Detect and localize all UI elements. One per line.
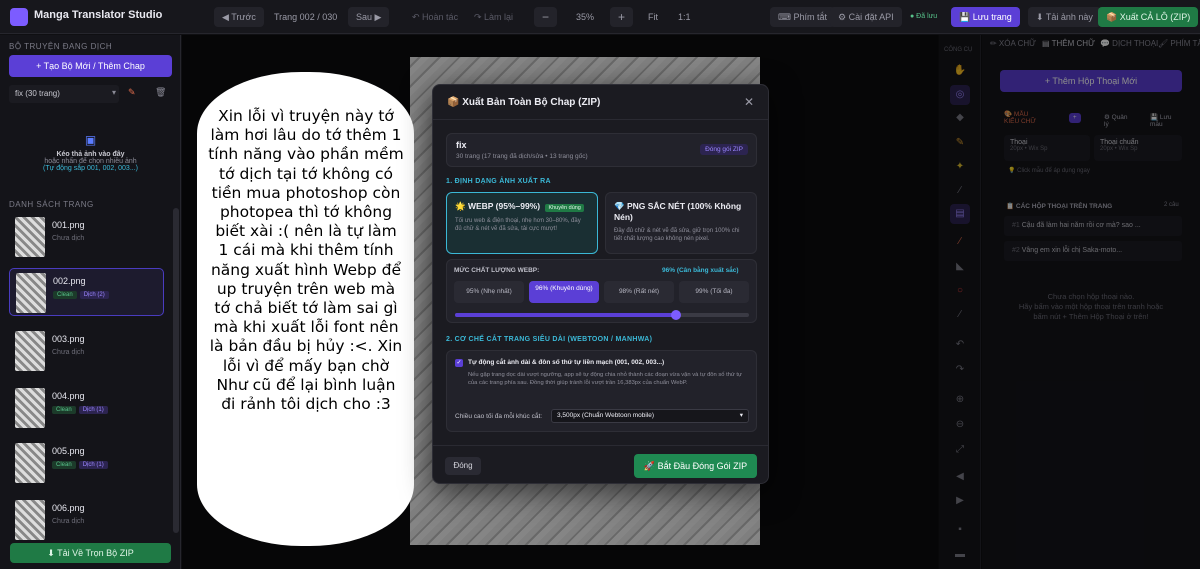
export-zip-button[interactable]: 📦 Xuất CẢ LÔ (ZIP): [1098, 7, 1199, 27]
quality-option[interactable]: 95% (Nhẹ nhất): [454, 281, 524, 303]
upload-icon: ▣: [84, 133, 97, 147]
format-section-label: 1. ĐỊNH DẠNG ẢNH XUẤT RA: [446, 178, 551, 185]
quality-label: MỨC CHẤT LƯỢNG WEBP:: [454, 267, 540, 274]
export-zip-dialog: 📦 Xuất Bản Toàn Bộ Chap (ZIP) ✕ fix 30 t…: [432, 84, 769, 484]
pack-zip-badge: Đóng gói ZIP: [700, 144, 748, 155]
next-page-button[interactable]: Sau ▶: [348, 7, 390, 27]
save-page-button[interactable]: 💾 Lưu trang: [951, 7, 1020, 27]
page-thumbnail: [15, 217, 45, 257]
download-all-zip-button[interactable]: ⬇ Tải Về Trọn Bộ ZIP: [10, 543, 171, 563]
close-icon[interactable]: ✕: [744, 95, 754, 109]
recommended-badge: Khuyên dùng: [545, 204, 584, 212]
split-card: ✓ Tự động cắt ảnh dài & đôn số thứ tự li…: [446, 350, 757, 432]
edit-icon[interactable]: ✎: [128, 87, 136, 98]
page-status: Chưa dịch: [52, 518, 85, 525]
page-item[interactable]: 001.png Chưa dịch: [9, 213, 164, 261]
pages-section-title: DANH SÁCH TRANG: [9, 200, 94, 209]
page-indicator: Trang 002 / 030: [274, 12, 338, 22]
create-series-button[interactable]: + Tạo Bộ Mới / Thêm Chap: [9, 55, 172, 77]
webp-title: 🌟 WEBP (95%–99%): [455, 201, 541, 211]
png-description: Đầy đủ chữ & nét vẽ đã sửa, giữ trọn 100…: [614, 228, 740, 242]
auto-split-title: Tự động cắt ảnh dài & đôn số thứ tự liền…: [468, 359, 665, 366]
quality-option[interactable]: 99% (Tối đa): [679, 281, 749, 303]
app-title: Manga Translator Studio: [34, 9, 163, 21]
page-item[interactable]: 003.png Chưa dịch: [9, 327, 164, 375]
series-section-title: BỘ TRUYỆN ĐANG DỊCH: [9, 42, 113, 51]
dialog-title: 📦 Xuất Bản Toàn Bộ Chap (ZIP): [447, 97, 601, 108]
page-name: 005.png: [52, 446, 85, 456]
api-settings-button[interactable]: ⚙ Cài đặt API: [830, 7, 902, 27]
prev-page-button[interactable]: ◀ Trước: [214, 7, 264, 27]
split-section-label: 2. CƠ CHẾ CẮT TRANG SIÊU DÀI (WEBTOON / …: [446, 336, 653, 343]
page-thumbnail: [15, 331, 45, 371]
page-name: 003.png: [52, 334, 85, 344]
quality-value: 96% (Cân bằng xuất sắc): [662, 267, 739, 274]
drop-title: Kéo thả ảnh vào đây: [56, 151, 125, 158]
page-thumbnail: [15, 388, 45, 428]
height-label: Chiều cao tối đa mỗi khúc cắt:: [455, 413, 543, 420]
png-option-card[interactable]: 💎 PNG SẮC NÉT (100% Không Nén) Đầy đủ ch…: [605, 192, 757, 254]
top-toolbar: Manga Translator Studio ◀ Trước Trang 00…: [0, 0, 1200, 34]
quality-slider[interactable]: [455, 310, 749, 320]
page-name: 001.png: [52, 220, 85, 230]
webp-option-card[interactable]: 🌟 WEBP (95%–99%) Khuyên dùng Tối ưu web …: [446, 192, 598, 254]
shortcuts-button[interactable]: ⌨ Phím tắt: [770, 7, 836, 27]
page-status: Chưa dịch: [52, 349, 85, 356]
chevron-down-icon: ▾: [739, 412, 743, 419]
webp-description: Tối ưu web & điện thoại, nhẹ hơn 30–80%,…: [455, 218, 581, 232]
close-button[interactable]: Đóng: [445, 457, 481, 475]
quality-slider-handle[interactable]: [670, 310, 681, 320]
series-name: fix: [456, 140, 467, 150]
drop-zone[interactable]: ▣ Kéo thả ảnh vào đây hoặc nhấn để chọn …: [9, 133, 172, 191]
quality-slider-fill: [455, 313, 676, 317]
series-summary: 30 trang (17 trang đã dịch/sửa • 13 tran…: [456, 153, 588, 160]
series-select[interactable]: fix (30 trang): [9, 85, 119, 103]
app-logo-icon: [10, 8, 28, 26]
quality-option[interactable]: 98% (Rất nét): [604, 281, 674, 303]
zoom-out-button[interactable]: −: [534, 7, 558, 27]
undo-button[interactable]: ↶ Hoàn tác: [412, 7, 458, 27]
drop-hint: (Tự động sắp 001, 002, 003...): [43, 165, 138, 172]
start-zip-button[interactable]: 🚀 Bắt Đầu Đóng Gói ZIP: [634, 454, 757, 478]
page-name: 002.png: [53, 276, 86, 286]
page-item[interactable]: 004.png Clean Dịch (1): [9, 384, 164, 432]
series-summary-card: fix 30 trang (17 trang đã dịch/sửa • 13 …: [446, 133, 757, 167]
page-status: Chưa dịch: [52, 235, 85, 242]
drop-subtitle: hoặc nhấn để chọn nhiều ảnh: [44, 158, 137, 165]
translated-badge: Dịch (1): [78, 461, 108, 469]
chevron-down-icon: ▾: [112, 88, 117, 97]
translated-badge: Dịch (2): [79, 291, 109, 299]
png-title: 💎 PNG SẮC NÉT (100% Không Nén): [614, 201, 742, 222]
fit-button[interactable]: Fit: [648, 7, 658, 27]
trash-icon[interactable]: 🗑: [155, 87, 166, 98]
zoom-in-button[interactable]: +: [610, 7, 634, 27]
speech-bubble-text: Xin lỗi vì truyện này tớ làm hơi lâu do …: [208, 107, 404, 414]
redo-button[interactable]: ↷ Làm lại: [474, 7, 513, 27]
page-item[interactable]: 005.png Clean Dịch (1): [9, 439, 164, 487]
translated-badge: Dịch (1): [78, 406, 108, 414]
page-list-scrollbar[interactable]: [173, 208, 179, 533]
zoom-level: 35%: [576, 12, 595, 22]
download-image-button[interactable]: ⬇ Tải ảnh này: [1028, 7, 1101, 27]
page-name: 004.png: [52, 391, 85, 401]
quality-option[interactable]: 96% (Khuyên dùng): [529, 281, 599, 303]
page-thumbnail: [16, 273, 46, 313]
page-thumbnail: [15, 500, 45, 540]
actual-size-button[interactable]: 1:1: [678, 7, 691, 27]
clean-badge: Clean: [53, 291, 77, 299]
clean-badge: Clean: [52, 406, 76, 414]
page-item[interactable]: 002.png Clean Dịch (2): [9, 268, 164, 316]
saved-status: ● Đã lưu: [910, 13, 938, 20]
page-item[interactable]: 006.png Chưa dịch: [9, 496, 164, 544]
auto-split-checkbox[interactable]: ✓: [455, 359, 463, 367]
left-panel: BỘ TRUYỆN ĐANG DỊCH + Tạo Bộ Mới / Thêm …: [0, 35, 181, 569]
height-select[interactable]: 3,500px (Chuẩn Webtoon mobile) ▾: [551, 409, 749, 423]
page-thumbnail: [15, 443, 45, 483]
auto-split-description: Nếu gặp trang dọc dài vượt ngưỡng, app s…: [468, 372, 742, 386]
clean-badge: Clean: [52, 461, 76, 469]
page-name: 006.png: [52, 503, 85, 513]
